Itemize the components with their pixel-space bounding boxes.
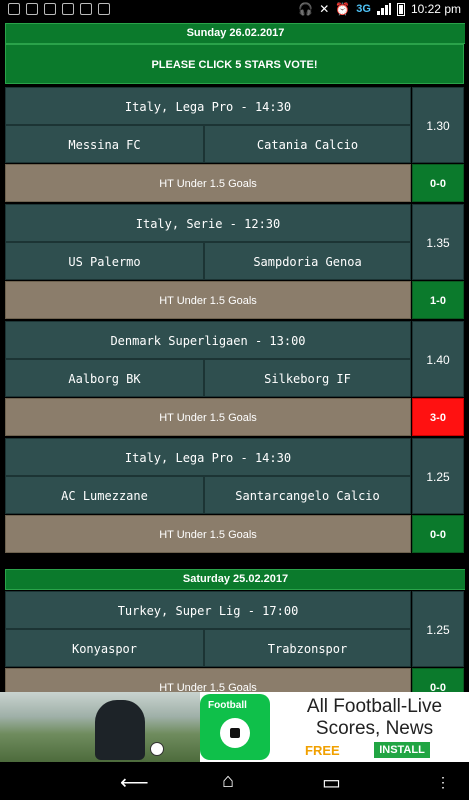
match-odds: 1.25 (412, 438, 464, 514)
app-logo-label: Football (208, 700, 247, 711)
gallery-icon (26, 3, 38, 15)
match-odds: 1.30 (412, 87, 464, 163)
match-odds: 1.25 (412, 591, 464, 667)
match-odds: 1.35 (412, 204, 464, 280)
home-team[interactable]: Messina FC (5, 125, 204, 163)
home-team[interactable]: AC Lumezzane (5, 476, 204, 514)
network-type: 3G (356, 3, 371, 15)
back-icon[interactable]: ⟵ (120, 770, 149, 795)
match-league[interactable]: Italy, Serie - 12:30 (5, 204, 411, 242)
match-tip: HT Under 1.5 Goals (5, 398, 411, 436)
soccer-ball-icon (150, 742, 164, 756)
home-team[interactable]: US Palermo (5, 242, 204, 280)
soccer-ball-icon (220, 718, 250, 748)
notification-icon (8, 3, 20, 15)
alarm-icon: ⏰ (335, 2, 351, 16)
match-league[interactable]: Italy, Lega Pro - 14:30 (5, 438, 411, 476)
match-result: 0-0 (412, 668, 464, 692)
player-silhouette (95, 700, 145, 760)
away-team[interactable]: Santarcangelo Calcio (204, 476, 411, 514)
store-icon (98, 3, 110, 15)
home-icon[interactable]: ⌂ (222, 770, 234, 793)
match-tip: HT Under 1.5 Goals (5, 668, 411, 692)
away-team[interactable]: Sampdoria Genoa (204, 242, 411, 280)
match-tip: HT Under 1.5 Goals (5, 515, 411, 553)
match-tip: HT Under 1.5 Goals (5, 164, 411, 202)
mute-icon: ✕ (319, 2, 330, 16)
match-result: 0-0 (412, 164, 464, 202)
phone-icon (80, 3, 92, 15)
match-odds: 1.40 (412, 321, 464, 397)
recent-apps-icon[interactable]: ▭ (322, 770, 341, 795)
home-team[interactable]: Aalborg BK (5, 359, 204, 397)
navigation-bar: ⟵ ⌂ ▭ ⋮ (0, 762, 469, 800)
battery-icon (396, 2, 405, 16)
ad-banner[interactable]: Football All Football-Live Scores, News … (0, 692, 469, 762)
match-result: 3-0 (412, 398, 464, 436)
clock: 10:22 pm (410, 2, 461, 16)
status-bar: 🎧 ✕ ⏰ 3G 10:22 pm (0, 0, 469, 20)
signal-icon (376, 3, 391, 15)
match-league[interactable]: Turkey, Super Lig - 17:00 (5, 591, 411, 629)
away-team[interactable]: Catania Calcio (204, 125, 411, 163)
vote-banner[interactable]: PLEASE CLICK 5 STARS VOTE! (5, 44, 464, 84)
tips-list[interactable]: Sunday 26.02.2017 PLEASE CLICK 5 STARS V… (4, 20, 465, 692)
match-tip: HT Under 1.5 Goals (5, 281, 411, 319)
date-header: Saturday 25.02.2017 (5, 569, 465, 590)
date-header: Sunday 26.02.2017 (5, 23, 465, 44)
match-result: 1-0 (412, 281, 464, 319)
menu-icon[interactable]: ⋮ (436, 774, 450, 791)
app-icon (44, 3, 56, 15)
ad-title: All Football-Live Scores, News (306, 696, 443, 739)
match-league[interactable]: Denmark Superligaen - 13:00 (5, 321, 411, 359)
match-result: 0-0 (412, 515, 464, 553)
away-team[interactable]: Silkeborg IF (204, 359, 411, 397)
headset-icon: 🎧 (298, 2, 314, 16)
notification-icons (8, 3, 110, 15)
match-league[interactable]: Italy, Lega Pro - 14:30 (5, 87, 411, 125)
home-team[interactable]: Konyaspor (5, 629, 204, 667)
ad-free-label: FREE (305, 743, 340, 758)
app-logo: Football (200, 694, 270, 760)
away-team[interactable]: Trabzonspor (204, 629, 411, 667)
football-app-icon (62, 3, 74, 15)
ad-photo (0, 692, 200, 762)
install-button[interactable]: INSTALL (374, 742, 430, 758)
